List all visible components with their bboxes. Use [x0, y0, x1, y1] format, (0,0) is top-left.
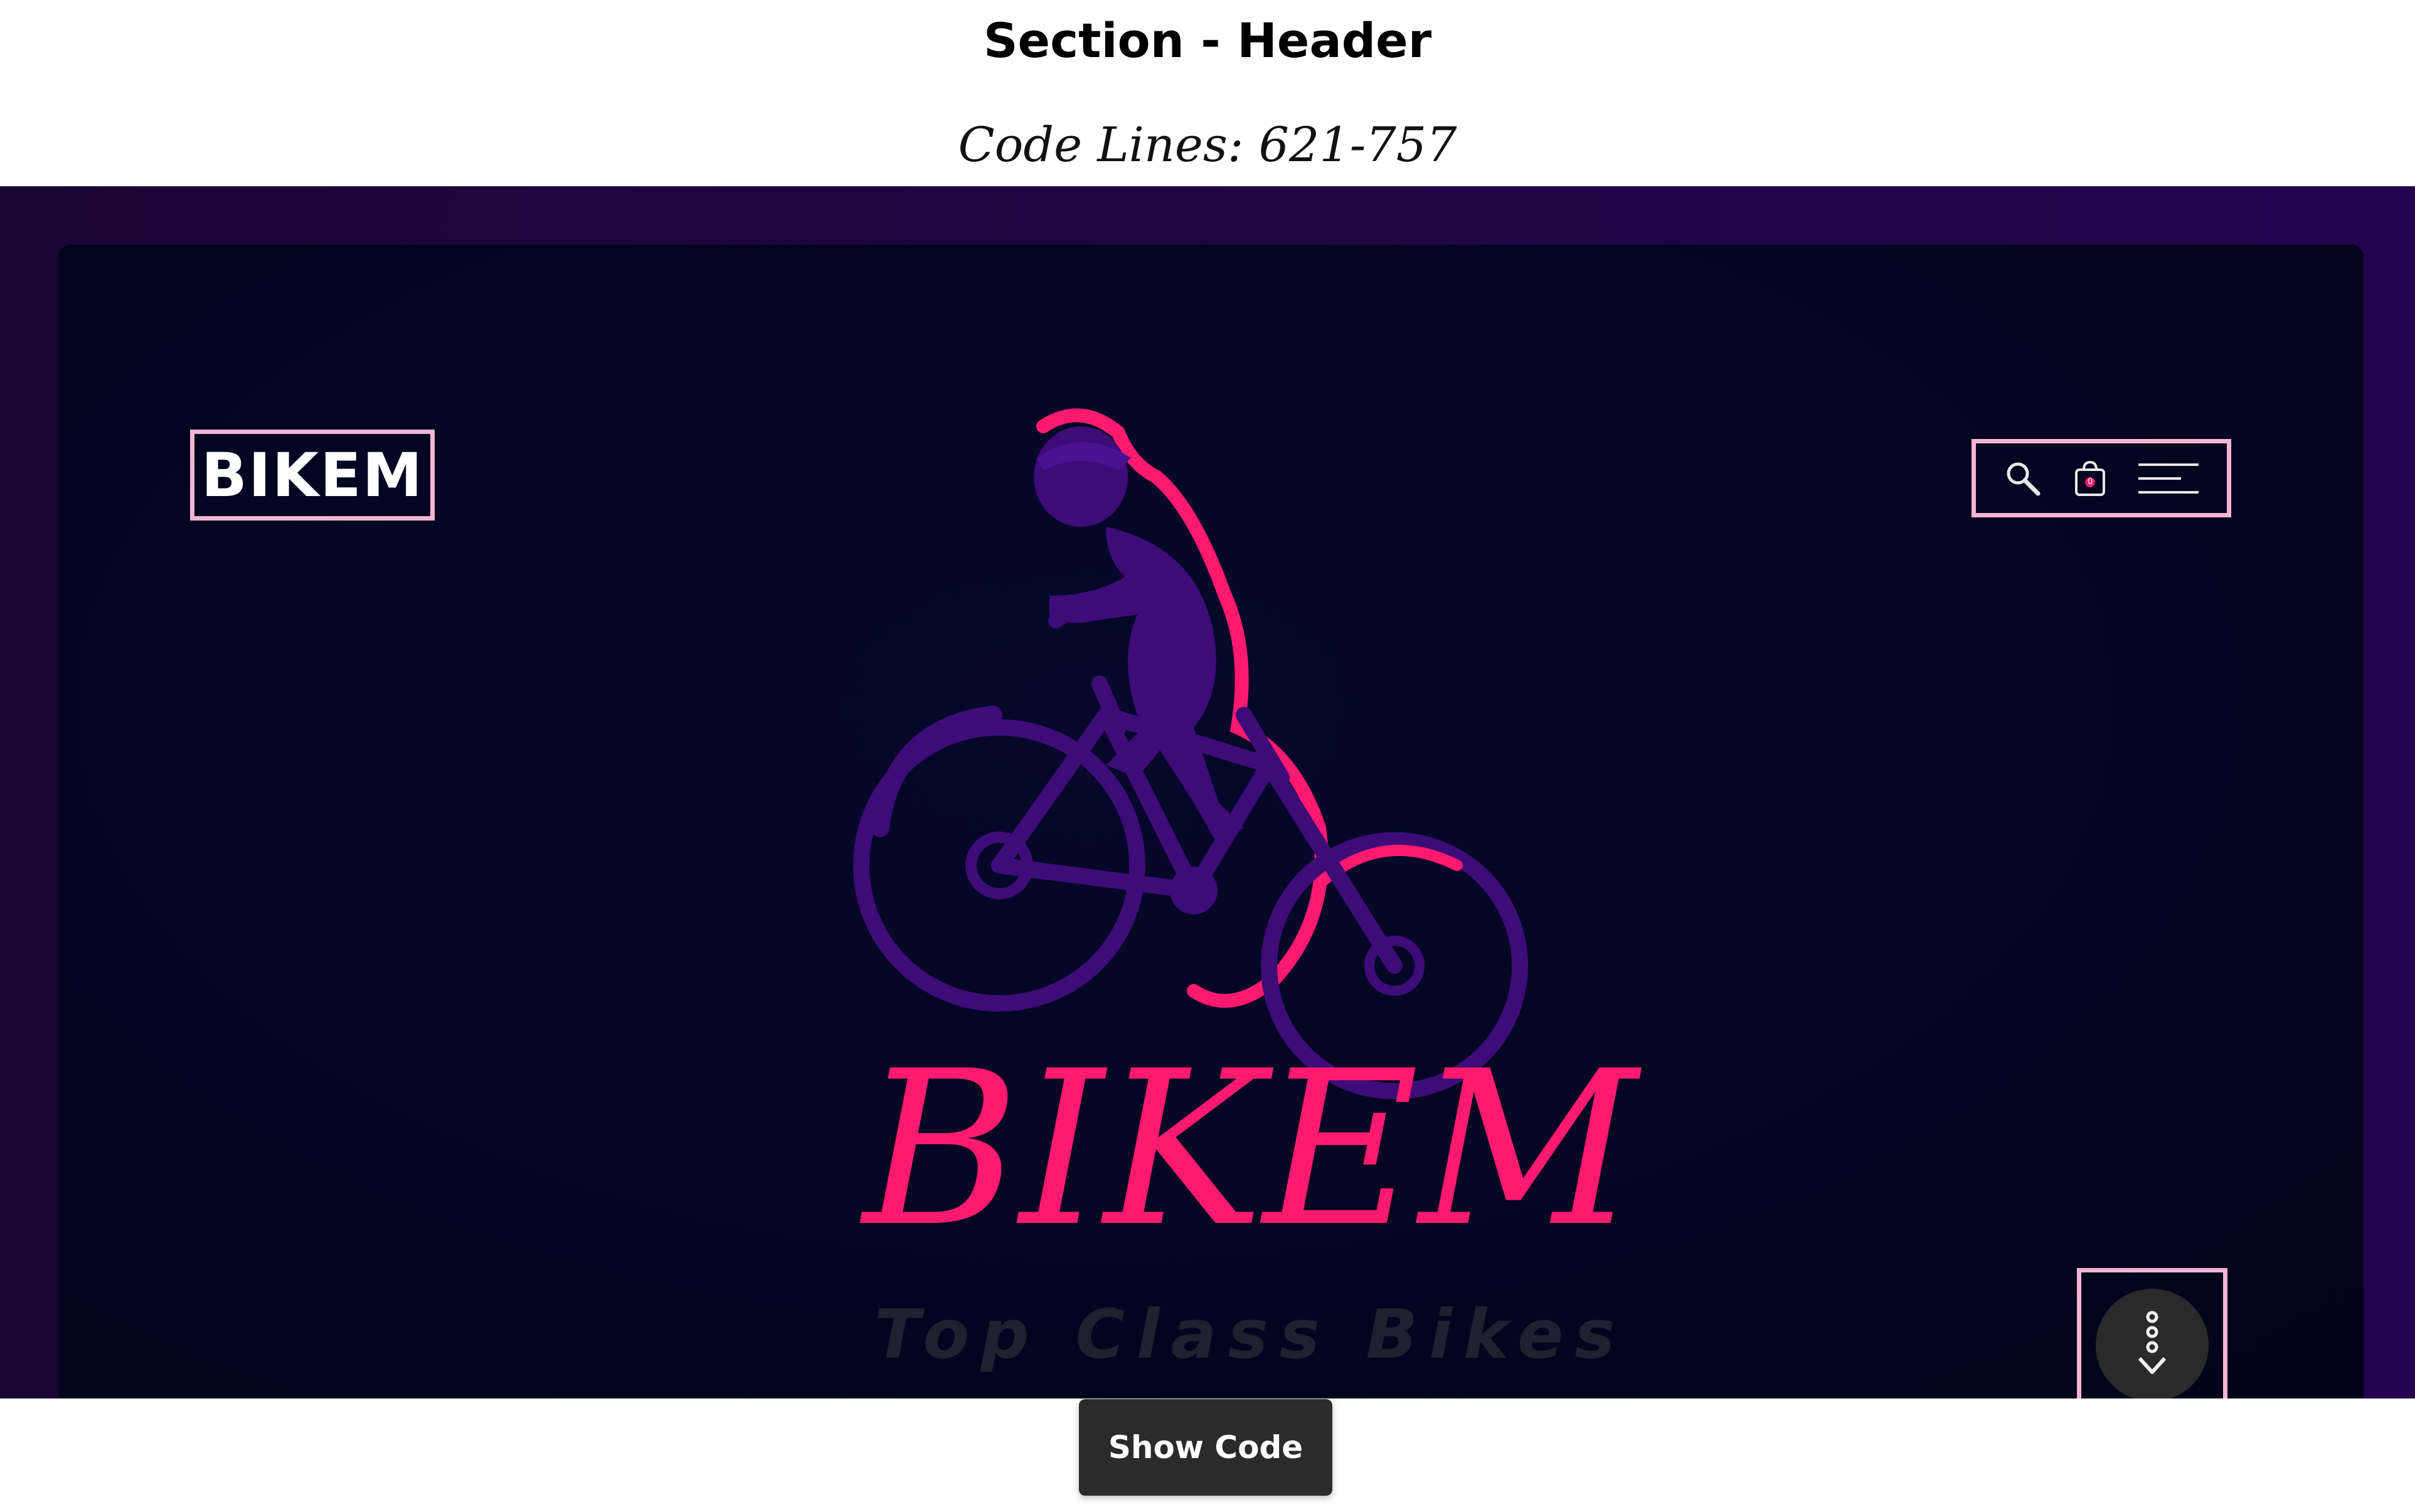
shopping-bag-icon[interactable]: 0 — [2071, 458, 2109, 499]
header-nav: 0 — [1972, 439, 2231, 517]
hero-brand-text: BIKEM — [859, 1025, 1642, 1274]
hero-tagline-text: Top Class Bikes — [874, 1296, 1626, 1374]
preview-frame: BIKEM 0 BIKEM Top Class Bikes — [0, 186, 2415, 1398]
logo-link[interactable]: BIKEM — [190, 430, 435, 521]
menu-icon[interactable] — [2137, 460, 2200, 497]
bikem-hero-logo: BIKEM Top Class Bikes — [853, 408, 1642, 1374]
scroll-down-frame — [2077, 1268, 2227, 1398]
hero-header: BIKEM 0 BIKEM Top Class Bikes — [58, 245, 2364, 1398]
code-lines-label: Code Lines: 621-757 — [958, 117, 1457, 172]
section-title: Section - Header — [983, 13, 1432, 68]
scroll-down-icon — [2130, 1309, 2174, 1381]
cart-count-badge: 0 — [2084, 477, 2095, 487]
search-icon[interactable] — [2003, 458, 2043, 499]
scroll-down-button[interactable] — [2096, 1288, 2209, 1398]
show-code-button[interactable]: Show Code — [1079, 1399, 1332, 1496]
logo-text: BIKEM — [201, 440, 424, 510]
